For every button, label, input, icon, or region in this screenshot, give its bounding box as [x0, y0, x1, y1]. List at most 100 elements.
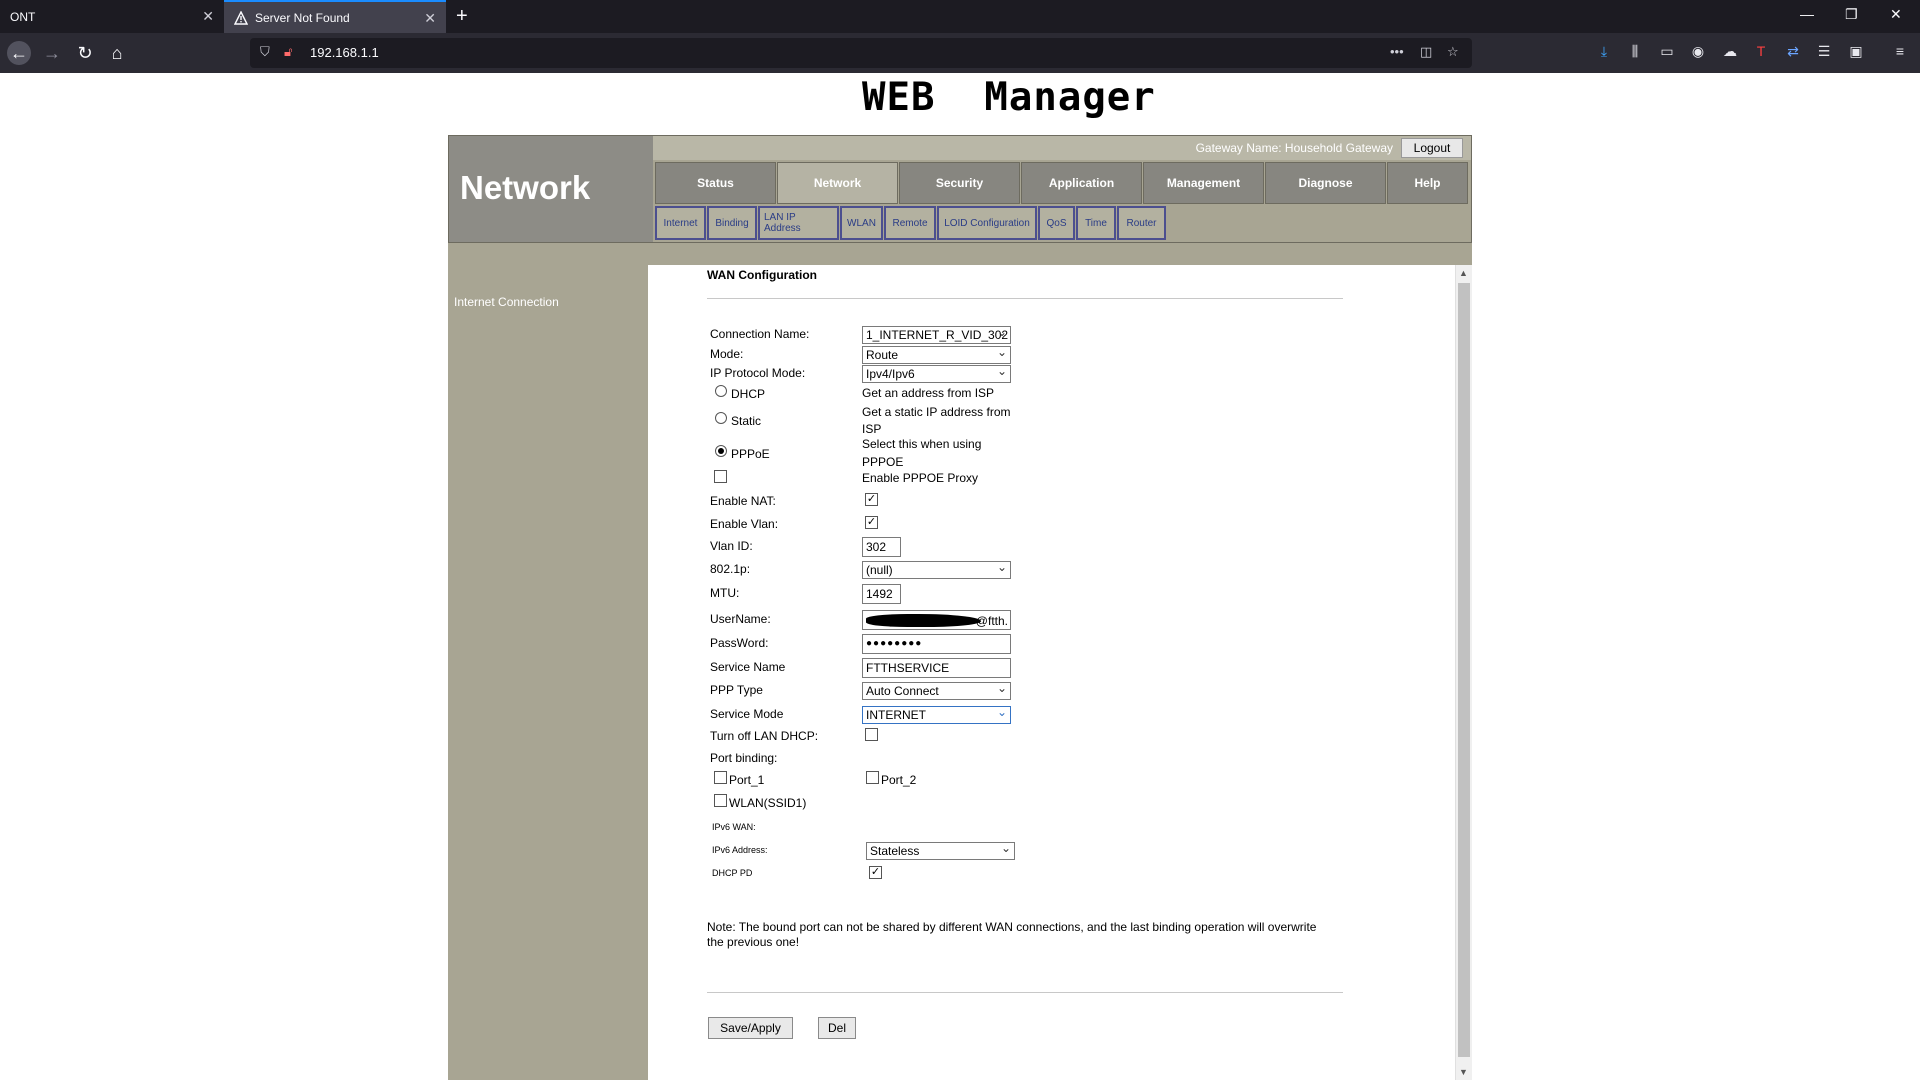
forward-arrow-icon[interactable]: → — [40, 41, 64, 65]
library-icon[interactable]: ⫼ — [1625, 43, 1645, 60]
header-frame: Network Gateway Name: Household Gateway … — [448, 135, 1472, 243]
mtu-label: MTU: — [710, 586, 740, 600]
divider — [707, 992, 1343, 993]
subtab-internet[interactable]: Internet — [655, 206, 706, 240]
dhcp-label: DHCP — [731, 387, 766, 401]
home-icon[interactable]: ⌂ — [105, 41, 129, 65]
service-name-input[interactable]: FTTHSERVICE — [862, 658, 1011, 678]
scrollbar[interactable]: ▲ ▼ — [1455, 265, 1472, 1080]
brand-panel: Network — [449, 136, 653, 242]
extension-icon[interactable]: ☁ — [1720, 43, 1740, 60]
enable-nat-label: Enable NAT: — [710, 494, 776, 508]
tab-application[interactable]: Application — [1021, 162, 1142, 204]
sidebar-item-internet-connection[interactable]: Internet Connection — [454, 295, 559, 309]
wan-config-panel: WAN Configuration Connection Name: 1_INT… — [648, 265, 1455, 1080]
new-tab-icon[interactable]: + — [456, 5, 468, 27]
port1-checkbox[interactable] — [714, 771, 727, 784]
mode-label: Mode: — [710, 347, 744, 361]
enable-vlan-label: Enable Vlan: — [710, 517, 779, 531]
extension-t-icon[interactable]: T — [1751, 43, 1771, 59]
p8021-select[interactable]: (null) — [862, 561, 1011, 579]
more-dots-icon[interactable]: ••• — [1390, 44, 1404, 59]
tab-network[interactable]: Network — [777, 162, 898, 204]
pppoe-radio[interactable] — [715, 445, 727, 457]
menu-icon[interactable]: ≡ — [1890, 43, 1910, 59]
extension-icon-3[interactable]: ▣ — [1846, 43, 1866, 60]
bookmark-star-icon[interactable]: ☆ — [1447, 44, 1459, 60]
mode-select[interactable]: Route — [862, 346, 1011, 364]
sidebar-icon[interactable]: ▭ — [1657, 43, 1677, 60]
pocket-icon[interactable]: ◫ — [1420, 44, 1432, 60]
tab-help[interactable]: Help — [1387, 162, 1468, 204]
note-text: Note: The bound port can not be shared b… — [707, 920, 1317, 934]
warning-icon — [234, 10, 248, 25]
scroll-up-icon[interactable]: ▲ — [1459, 268, 1468, 278]
window-close-icon[interactable]: ✕ — [1890, 6, 1902, 23]
vlan-id-label: Vlan ID: — [710, 539, 753, 553]
subtab-remote[interactable]: Remote — [884, 206, 936, 240]
subtab-wlan[interactable]: WLAN — [840, 206, 883, 240]
back-arrow-icon[interactable]: ← — [7, 41, 31, 65]
connection-name-select[interactable]: 1_INTERNET_R_VID_302 — [862, 326, 1011, 344]
username-label: UserName: — [710, 612, 771, 626]
reload-icon[interactable]: ↻ — [73, 41, 97, 65]
gateway-name: Gateway Name: Household Gateway — [1195, 141, 1393, 155]
scroll-down-icon[interactable]: ▼ — [1459, 1067, 1468, 1077]
wlan-ssid1-label: WLAN(SSID1) — [729, 796, 807, 810]
insecure-lock-icon[interactable]: 🔓︎ — [284, 44, 292, 60]
wlan-ssid1-checkbox[interactable] — [714, 794, 727, 807]
vlan-id-input[interactable]: 302 — [862, 537, 901, 557]
ipv6-address-select[interactable]: Stateless — [866, 842, 1015, 860]
account-icon[interactable]: ◉ — [1688, 43, 1708, 60]
username-input[interactable]: @ftth. — [862, 610, 1011, 630]
ip-protocol-select[interactable]: Ipv4/Ipv6 — [862, 365, 1011, 383]
mtu-input[interactable]: 1492 — [862, 584, 901, 604]
browser-tab-server-not-found[interactable]: Server Not Found ✕ — [224, 0, 446, 33]
dhcp-radio[interactable] — [715, 385, 727, 397]
url-bar[interactable]: ⛉ 🔓︎ 192.168.1.1 ••• ◫ ☆ — [250, 38, 1472, 68]
tab-management[interactable]: Management — [1143, 162, 1264, 204]
subtab-loid-configuration[interactable]: LOID Configuration — [937, 206, 1037, 240]
restore-icon[interactable]: ❐ — [1845, 6, 1858, 23]
shield-icon[interactable]: ⛉ — [260, 44, 270, 60]
enable-vlan-checkbox[interactable]: ✓ — [865, 516, 878, 529]
save-apply-button[interactable]: Save/Apply — [708, 1017, 793, 1039]
connection-name-label: Connection Name: — [710, 327, 810, 341]
pppoe-proxy-checkbox[interactable] — [714, 470, 727, 483]
static-label: Static — [731, 414, 762, 428]
turn-off-dhcp-checkbox[interactable] — [865, 728, 878, 741]
service-mode-select[interactable]: INTERNET — [862, 706, 1011, 724]
close-tab-icon[interactable]: ✕ — [202, 8, 214, 25]
tab-security[interactable]: Security — [899, 162, 1020, 204]
subtab-binding[interactable]: Binding — [707, 206, 757, 240]
subtab-qos[interactable]: QoS — [1038, 206, 1075, 240]
ppp-type-label: PPP Type — [710, 683, 763, 697]
logout-button[interactable]: Logout — [1401, 138, 1463, 158]
port2-checkbox[interactable] — [866, 771, 879, 784]
tab-status[interactable]: Status — [655, 162, 776, 204]
subtab-lan-ip-address[interactable]: LAN IP Address — [758, 206, 839, 240]
username-suffix: @ftth. — [975, 614, 1008, 628]
password-input[interactable]: ●●●●●●●● — [862, 634, 1011, 654]
p8021-label: 802.1p: — [710, 562, 751, 576]
translate-icon[interactable]: ⇄ — [1783, 43, 1803, 60]
delete-button[interactable]: Del — [818, 1017, 856, 1039]
static-radio[interactable] — [715, 412, 727, 424]
download-icon[interactable]: ⤓ — [1594, 43, 1614, 60]
tab-diagnose[interactable]: Diagnose — [1265, 162, 1386, 204]
scroll-thumb[interactable] — [1458, 283, 1470, 1057]
ppp-type-select[interactable]: Auto Connect — [862, 682, 1011, 700]
close-tab-icon[interactable]: ✕ — [424, 10, 436, 27]
minimize-icon[interactable]: — — [1800, 6, 1814, 22]
subtab-router[interactable]: Router — [1117, 206, 1166, 240]
static-description: Get a static IP address from — [862, 405, 1011, 419]
dhcp-pd-checkbox[interactable]: ✓ — [869, 866, 882, 879]
browser-tab-ont[interactable]: ONT ✕ — [0, 0, 224, 33]
browser-tab-bar: ONT ✕ Server Not Found ✕ + — ❐ ✕ — [0, 0, 1920, 33]
subtab-time[interactable]: Time — [1076, 206, 1116, 240]
extension-icon-2[interactable]: ☰ — [1814, 43, 1834, 60]
sidebar: Internet Connection — [448, 243, 648, 1080]
url-text[interactable]: 192.168.1.1 — [310, 45, 379, 60]
dhcp-description: Get an address from ISP — [862, 386, 995, 400]
enable-nat-checkbox[interactable]: ✓ — [865, 493, 878, 506]
